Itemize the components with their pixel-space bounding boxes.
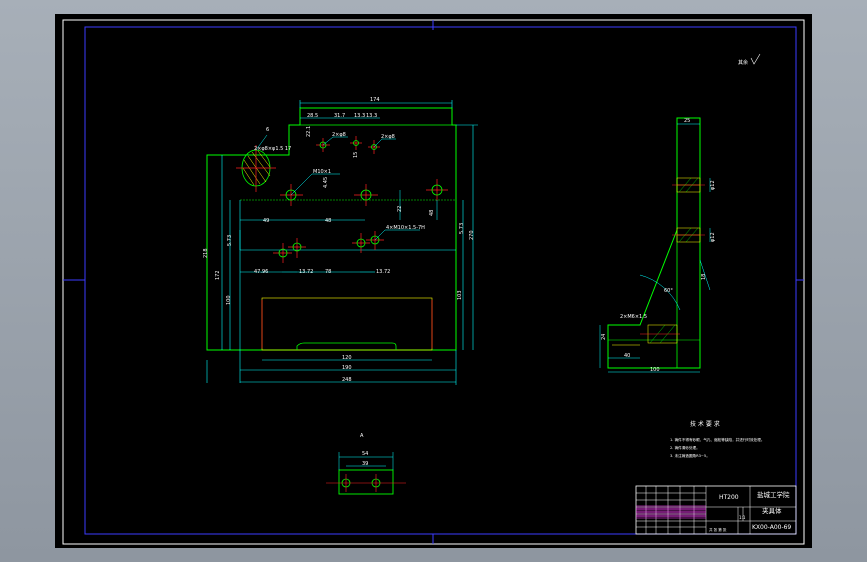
side-dim-40: 40: [624, 353, 630, 359]
callout-hole4: 4×M10×1.5-7H: [386, 225, 425, 231]
dim-13-72b: 13.72: [376, 269, 390, 275]
drawing-sheet: [55, 14, 812, 548]
dim-22-1: 22.1: [306, 126, 312, 137]
notes-line-2: 2. 铸件清砂处理。: [670, 445, 700, 450]
dim-172: 172: [215, 270, 221, 280]
dim-31-7: 31.7: [334, 113, 345, 119]
notes-line-3: 3. 未注铸造圆角R3~5。: [670, 453, 710, 458]
dim-120: 120: [342, 355, 352, 361]
title-part-name: 夹具体: [762, 506, 782, 515]
detail-dim-54: 54: [362, 451, 368, 457]
title-scale: 1:1: [739, 515, 746, 520]
dim-190: 190: [342, 365, 352, 371]
roughness-note: 其余: [738, 59, 748, 66]
side-dim-100: 100: [650, 367, 660, 373]
dim-103: 103: [457, 290, 463, 300]
callout-hole2: 2×φ8: [381, 134, 395, 140]
dim-13-3: 13.3: [354, 113, 365, 119]
cad-drawing: 其余 174 28.5 31.7 13.3 13.3 22.1 4.45 15 …: [55, 14, 812, 548]
side-dim-12: φ12: [710, 180, 716, 190]
dim-15: 15: [353, 152, 359, 158]
dim-248: 248: [342, 377, 352, 383]
side-dim-18: 18: [701, 274, 707, 280]
dim-47-96: 47.96: [254, 269, 268, 275]
title-material: HT200: [719, 494, 739, 501]
detail-dim-39: 39: [362, 461, 368, 467]
callout-hole3: M10×1: [313, 169, 331, 175]
label-6: 6: [266, 127, 269, 133]
dim-5-73b: 5.73: [459, 223, 465, 234]
detail-label: A: [360, 433, 364, 439]
notes-line-1: 1. 铸件不得有砂眼、气孔、缩松等缺陷，并进行时效处理。: [670, 437, 764, 442]
dim-100: 100: [226, 295, 232, 305]
title-drawing-no: KX00-A00-69: [752, 524, 791, 531]
side-dim-25: 25: [684, 118, 690, 124]
dim-49: 49: [263, 218, 269, 224]
callout-hole5: 2×φ8×φ1.5 17: [254, 146, 291, 152]
dim-174: 174: [370, 97, 380, 103]
side-dim-24: 24: [601, 334, 607, 340]
dim-78: 78: [325, 269, 331, 275]
dim-218: 218: [203, 248, 209, 258]
callout-hole1: 2×φ8: [332, 132, 346, 138]
side-callout: 2×M6×1.5: [620, 314, 647, 320]
side-dim-32: φ12: [710, 232, 716, 242]
title-sheet: 共 张 第 张: [709, 527, 727, 532]
dim-48: 48: [325, 218, 331, 224]
dim-13-3b: 13.3: [366, 113, 377, 119]
dim-48b: 48: [429, 210, 435, 216]
dim-13-72: 13.72: [299, 269, 313, 275]
cad-viewport: 其余 174 28.5 31.7 13.3 13.3 22.1 4.45 15 …: [0, 0, 867, 562]
dim-5-73: 5.73: [227, 235, 233, 246]
dim-28-5: 28.5: [307, 113, 318, 119]
dim-4-45: 4.45: [323, 177, 329, 188]
title-school: 盐城工学院: [757, 490, 790, 499]
side-dim-angle: 60°: [664, 288, 673, 294]
dim-22: 22: [397, 206, 403, 212]
dim-270: 270: [469, 230, 475, 240]
notes-heading: 技 术 要 求: [690, 420, 720, 428]
